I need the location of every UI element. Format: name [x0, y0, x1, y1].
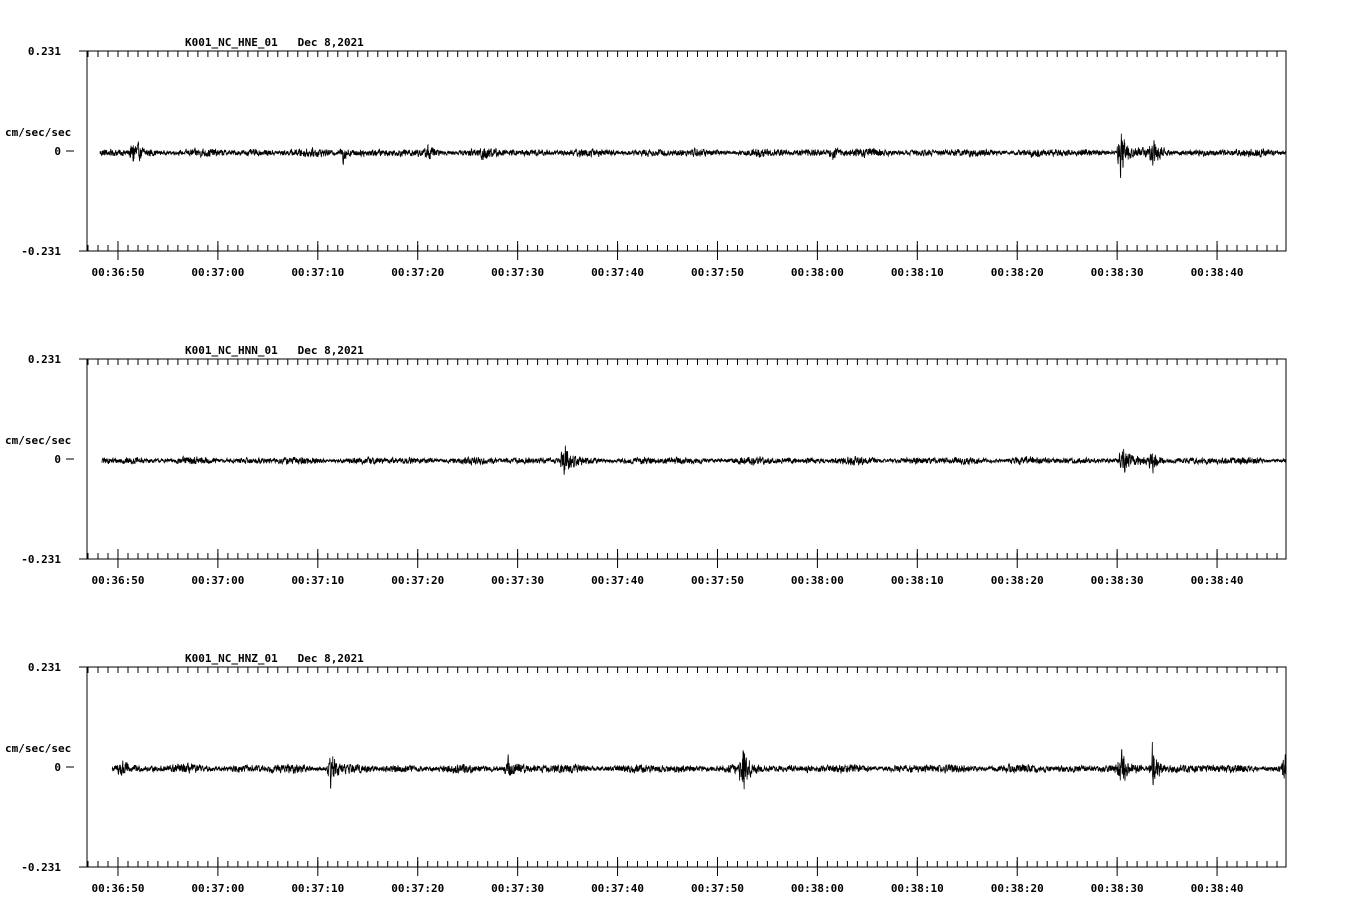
x-tick-label: 00:36:50 — [91, 882, 144, 895]
y-tick-label: -0.231 — [21, 861, 61, 874]
x-tick-label: 00:38:00 — [791, 882, 844, 895]
x-tick-label: 00:38:40 — [1191, 882, 1244, 895]
y-tick-label: 0 — [54, 761, 61, 774]
x-tick-label: 00:37:30 — [491, 266, 544, 279]
x-tick-label: 00:37:20 — [391, 574, 444, 587]
x-tick-label: 00:37:20 — [391, 266, 444, 279]
x-tick-label: 00:37:40 — [591, 882, 644, 895]
bottom-minor-ticks — [87, 245, 1278, 251]
top-minor-ticks — [87, 359, 1278, 365]
y-axis-label: cm/sec/sec — [5, 434, 71, 447]
y-axis-label: cm/sec/sec — [5, 742, 71, 755]
seismogram-panel-2: K001_NC_HNZ_01 Dec 8,2021 0.231 0 -0.231 cm/… — [5, 652, 1287, 895]
x-tick-label: 00:37:00 — [191, 266, 244, 279]
x-tick-label: 00:38:30 — [1091, 266, 1144, 279]
y-tick-label: 0.231 — [28, 45, 61, 58]
x-tick-label: 00:38:40 — [1191, 574, 1244, 587]
seismogram-panel-0: K001_NC_HNE_01 Dec 8,2021 0.231 0 -0.231 cm/… — [5, 36, 1287, 279]
x-tick-label: 00:37:50 — [691, 266, 744, 279]
y-tick-label: 0 — [54, 453, 61, 466]
x-tick-label: 00:38:30 — [1091, 882, 1144, 895]
x-tick-label: 00:38:00 — [791, 574, 844, 587]
x-tick-label: 00:38:30 — [1091, 574, 1144, 587]
x-tick-label: 00:38:00 — [791, 266, 844, 279]
x-tick-label: 00:37:10 — [291, 882, 344, 895]
x-tick-label: 00:38:20 — [991, 574, 1044, 587]
waveform-trace — [99, 133, 1287, 179]
x-tick-label: 00:36:50 — [91, 574, 144, 587]
chart-title: K001_NC_HNE_01 Dec 8,2021 — [185, 36, 364, 49]
x-tick-label: 00:37:20 — [391, 882, 444, 895]
x-tick-label: 00:38:20 — [991, 882, 1044, 895]
y-tick-label: -0.231 — [21, 553, 61, 566]
y-tick-label: 0.231 — [28, 661, 61, 674]
top-minor-ticks — [87, 667, 1278, 673]
x-tick-label: 00:37:50 — [691, 574, 744, 587]
bottom-minor-ticks — [87, 553, 1278, 559]
chart-title: K001_NC_HNZ_01 Dec 8,2021 — [185, 652, 364, 665]
x-tick-label: 00:38:40 — [1191, 266, 1244, 279]
x-tick-label: 00:37:00 — [191, 882, 244, 895]
x-tick-label: 00:37:50 — [691, 882, 744, 895]
y-tick-label: -0.231 — [21, 245, 61, 258]
y-tick-label: 0 — [54, 145, 61, 158]
y-axis-label: cm/sec/sec — [5, 126, 71, 139]
x-tick-label: 00:37:10 — [291, 266, 344, 279]
seismogram-panel-1: K001_NC_HNN_01 Dec 8,2021 0.231 0 -0.231 cm/… — [5, 344, 1287, 587]
x-tick-label: 00:37:40 — [591, 574, 644, 587]
x-tick-label: 00:36:50 — [91, 266, 144, 279]
x-tick-label: 00:37:30 — [491, 574, 544, 587]
waveform-trace — [111, 741, 1287, 790]
x-tick-label: 00:37:10 — [291, 574, 344, 587]
waveform-trace — [101, 445, 1287, 475]
top-minor-ticks — [87, 51, 1278, 57]
x-tick-label: 00:37:30 — [491, 882, 544, 895]
x-tick-label: 00:37:00 — [191, 574, 244, 587]
x-tick-label: 00:38:20 — [991, 266, 1044, 279]
seismogram-figure: K001_NC_HNE_01 Dec 8,2021 0.231 0 -0.231 cm/… — [5, 36, 1287, 895]
x-tick-label: 00:38:10 — [891, 574, 944, 587]
x-tick-label: 00:38:10 — [891, 882, 944, 895]
x-tick-label: 00:37:40 — [591, 266, 644, 279]
bottom-minor-ticks — [87, 861, 1278, 867]
chart-title: K001_NC_HNN_01 Dec 8,2021 — [185, 344, 364, 357]
x-tick-label: 00:38:10 — [891, 266, 944, 279]
y-tick-label: 0.231 — [28, 353, 61, 366]
